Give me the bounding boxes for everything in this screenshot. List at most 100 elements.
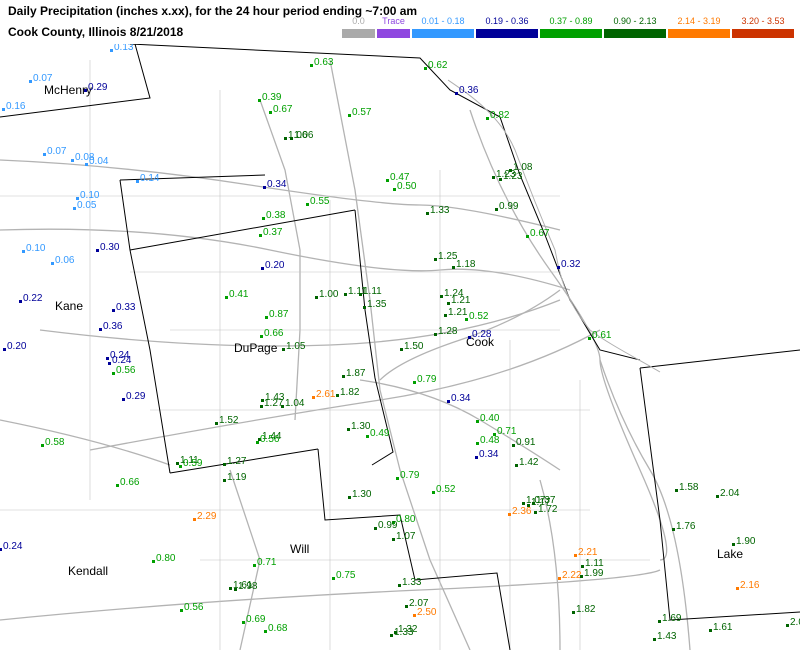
station: 0.20	[3, 341, 27, 352]
station-marker	[363, 306, 366, 309]
station-marker	[709, 629, 712, 632]
precip-value: 1.33	[402, 577, 422, 588]
station-marker	[2, 108, 5, 111]
precip-value: 2.22	[562, 570, 582, 581]
legend-label: 2.14 - 3.19	[677, 16, 721, 26]
station: 0.40	[476, 413, 500, 424]
station-marker	[495, 208, 498, 211]
precip-value: 0.41	[229, 289, 249, 300]
precip-value: 0.32	[561, 259, 581, 270]
station: 1.82	[336, 387, 360, 398]
precip-value: 0.79	[400, 470, 420, 481]
precip-value: 1.35	[367, 299, 387, 310]
station-marker	[447, 400, 450, 403]
precip-value: 0.06	[55, 255, 75, 266]
county-label: Kane	[55, 299, 83, 313]
precip-value: 1.90	[736, 536, 756, 547]
station-marker	[193, 518, 196, 521]
station: 1.87	[342, 368, 366, 379]
county-label: Kendall	[68, 564, 108, 578]
precip-value: 0.33	[116, 302, 136, 313]
precip-value: 0.07	[47, 146, 67, 157]
station-marker	[557, 266, 560, 269]
precip-value: 0.71	[497, 426, 517, 437]
road-grid-layer	[0, 60, 650, 650]
precip-value: 0.75	[336, 570, 356, 581]
precip-value: 0.07	[33, 73, 53, 84]
station-marker	[675, 489, 678, 492]
precip-value: 0.20	[265, 260, 285, 271]
station: 1.61	[709, 622, 733, 633]
station-marker	[499, 178, 502, 181]
precipitation-map[interactable]: McHenryKaneDuPage CookKendallWill Lake 0.0…	[0, 44, 800, 650]
precip-value: 1.69	[662, 613, 682, 624]
precip-value: 0.59	[183, 458, 203, 469]
legend-item: 2.14 - 3.19	[668, 16, 730, 44]
station-marker	[366, 435, 369, 438]
station: 0.56	[180, 602, 204, 613]
station: 1.21	[444, 307, 468, 318]
precip-value: 1.87	[346, 368, 366, 379]
legend-label: 3.20 - 3.53	[741, 16, 785, 26]
station: 0.75	[332, 570, 356, 581]
station: 0.71	[253, 557, 277, 568]
station: 1.05	[282, 341, 306, 352]
station: 0.50	[393, 181, 417, 192]
station-marker	[432, 491, 435, 494]
station: 2.04	[716, 488, 740, 499]
station-marker	[306, 203, 309, 206]
station: 0.66	[116, 477, 140, 488]
precip-value: 1.61	[713, 622, 733, 633]
station-marker	[434, 258, 437, 261]
precip-value: 0.22	[23, 293, 43, 304]
station-marker	[413, 381, 416, 384]
precip-value: 0.30	[100, 242, 120, 253]
precip-value: 0.04	[89, 156, 109, 167]
precip-value: 1.99	[584, 568, 604, 579]
station: 0.05	[73, 200, 97, 211]
station-marker	[440, 295, 443, 298]
precip-value: 0.34	[451, 393, 471, 404]
precip-value: 0.20	[7, 341, 27, 352]
precip-value: 1.33	[430, 205, 450, 216]
station: 2.36	[508, 506, 532, 517]
station: 0.32	[557, 259, 581, 270]
precip-value: 0.66	[120, 477, 140, 488]
station: 0.07	[43, 146, 67, 157]
station-marker	[716, 495, 719, 498]
station-marker	[475, 456, 478, 459]
station: 1.23	[499, 171, 523, 182]
precip-value: 0.16	[6, 101, 26, 112]
station-marker	[588, 337, 591, 340]
station: 1.30	[347, 421, 371, 432]
station: 1.76	[672, 521, 696, 532]
precip-value: 0.38	[266, 210, 286, 221]
station: 1.21	[447, 295, 471, 306]
county-label: Will	[290, 542, 309, 556]
station: 1.42	[515, 457, 539, 468]
station-marker	[315, 296, 318, 299]
station: 1.30	[348, 489, 372, 500]
station-marker	[374, 527, 377, 530]
station: 1.98	[234, 581, 258, 592]
station-marker	[476, 442, 479, 445]
precip-value: 1.28	[438, 326, 458, 337]
station-marker	[310, 64, 313, 67]
precip-value: 0.14	[140, 173, 160, 184]
precip-value: 1.98	[238, 581, 258, 592]
station: 0.34	[263, 179, 287, 190]
station: 0.36	[455, 85, 479, 96]
station: 1.27	[223, 456, 247, 467]
station-marker	[444, 314, 447, 317]
station-marker	[242, 621, 245, 624]
precip-value: 0.80	[156, 553, 176, 564]
station: 1.19	[223, 472, 247, 483]
precip-value: 0.29	[88, 82, 108, 93]
station-marker	[468, 336, 471, 339]
station-marker	[112, 309, 115, 312]
precip-value: 0.05	[77, 200, 97, 211]
precip-value: 1.52	[219, 415, 239, 426]
precip-value: 0.36	[459, 85, 479, 96]
station: 2.21	[574, 547, 598, 558]
station-marker	[269, 111, 272, 114]
